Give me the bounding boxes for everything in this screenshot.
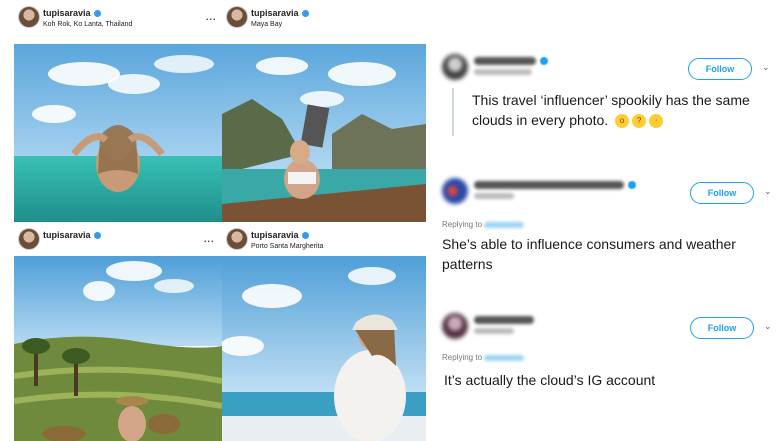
- thinking-face-icon: ?: [632, 114, 647, 129]
- verified-badge-icon: [628, 181, 636, 189]
- follow-button[interactable]: Follow: [690, 317, 754, 339]
- tweet: Follow ⌄ Replying to It’s actually the c…: [442, 313, 781, 403]
- avatar[interactable]: [226, 6, 248, 28]
- tweet-text: This travel ‘influencer’ spookily has th…: [472, 92, 750, 129]
- post-location[interactable]: Porto Santa Margherita: [251, 243, 323, 250]
- avatar[interactable]: [442, 54, 468, 80]
- verified-badge-icon: [93, 232, 101, 240]
- instagram-post: tupisaravia ...: [14, 222, 222, 441]
- post-username[interactable]: tupisaravia: [43, 230, 101, 240]
- tweet-author-name[interactable]: [474, 57, 536, 65]
- chevron-down-icon[interactable]: ⌄: [762, 62, 770, 73]
- follow-button[interactable]: Follow: [688, 58, 752, 80]
- follow-button[interactable]: Follow: [690, 182, 754, 204]
- tweet-text: She’s able to influence consumers and we…: [442, 236, 736, 272]
- instagram-post: tupisaravia Maya Bay ...: [206, 0, 426, 222]
- avatar[interactable]: [18, 228, 40, 250]
- verified-badge-icon: [93, 10, 101, 18]
- mention-link[interactable]: [484, 354, 525, 361]
- more-options-icon[interactable]: ...: [204, 234, 215, 244]
- post-photo[interactable]: [222, 256, 426, 441]
- avatar[interactable]: [442, 178, 468, 204]
- post-header: tupisaravia Maya Bay: [222, 0, 426, 44]
- replying-to: Replying to: [442, 220, 525, 229]
- post-photo[interactable]: [222, 44, 426, 222]
- post-username[interactable]: tupisaravia: [251, 8, 309, 18]
- mention-link[interactable]: [484, 221, 525, 228]
- avatar[interactable]: [18, 6, 40, 28]
- verified-badge-icon: [301, 232, 309, 240]
- post-username[interactable]: tupisaravia: [43, 8, 101, 18]
- post-location[interactable]: Koh Rok, Ko Lanta, Thailand: [43, 21, 132, 28]
- post-header: tupisaravia Koh Rok, Ko Lanta, Thailand: [14, 0, 222, 44]
- verified-badge-icon: [540, 57, 548, 65]
- tweet-text: It’s actually the cloud’s IG account: [444, 372, 656, 388]
- tweet-author-handle[interactable]: [474, 69, 532, 75]
- instagram-post: tupisaravia Porto Santa Margherita: [222, 222, 426, 441]
- post-username[interactable]: tupisaravia: [251, 230, 309, 240]
- laughing-face-icon: ‧: [649, 114, 664, 129]
- tweet: Follow ⌄ Replying to She’s able to influ…: [442, 178, 781, 278]
- tweet: Follow ⌄ This travel ‘influencer’ spooki…: [442, 54, 781, 144]
- tweet-author-name[interactable]: [474, 181, 624, 189]
- more-options-icon[interactable]: ...: [206, 12, 217, 22]
- post-location[interactable]: Maya Bay: [251, 21, 282, 28]
- chevron-down-icon[interactable]: ⌄: [764, 186, 772, 197]
- replying-to: Replying to: [442, 353, 525, 362]
- verified-badge-icon: [301, 10, 309, 18]
- post-photo[interactable]: [14, 256, 222, 441]
- avatar[interactable]: [226, 228, 248, 250]
- instagram-post: tupisaravia Koh Rok, Ko Lanta, Thailand: [14, 0, 222, 222]
- tweet-author-name[interactable]: [474, 316, 534, 324]
- post-photo[interactable]: [14, 44, 222, 222]
- chevron-down-icon[interactable]: ⌄: [764, 321, 772, 332]
- thread-line: [452, 88, 454, 136]
- avatar[interactable]: [442, 313, 468, 339]
- tweet-author-handle[interactable]: [474, 193, 514, 199]
- tweet-author-handle[interactable]: [474, 328, 514, 334]
- smiley-shocked-icon: o: [615, 114, 630, 129]
